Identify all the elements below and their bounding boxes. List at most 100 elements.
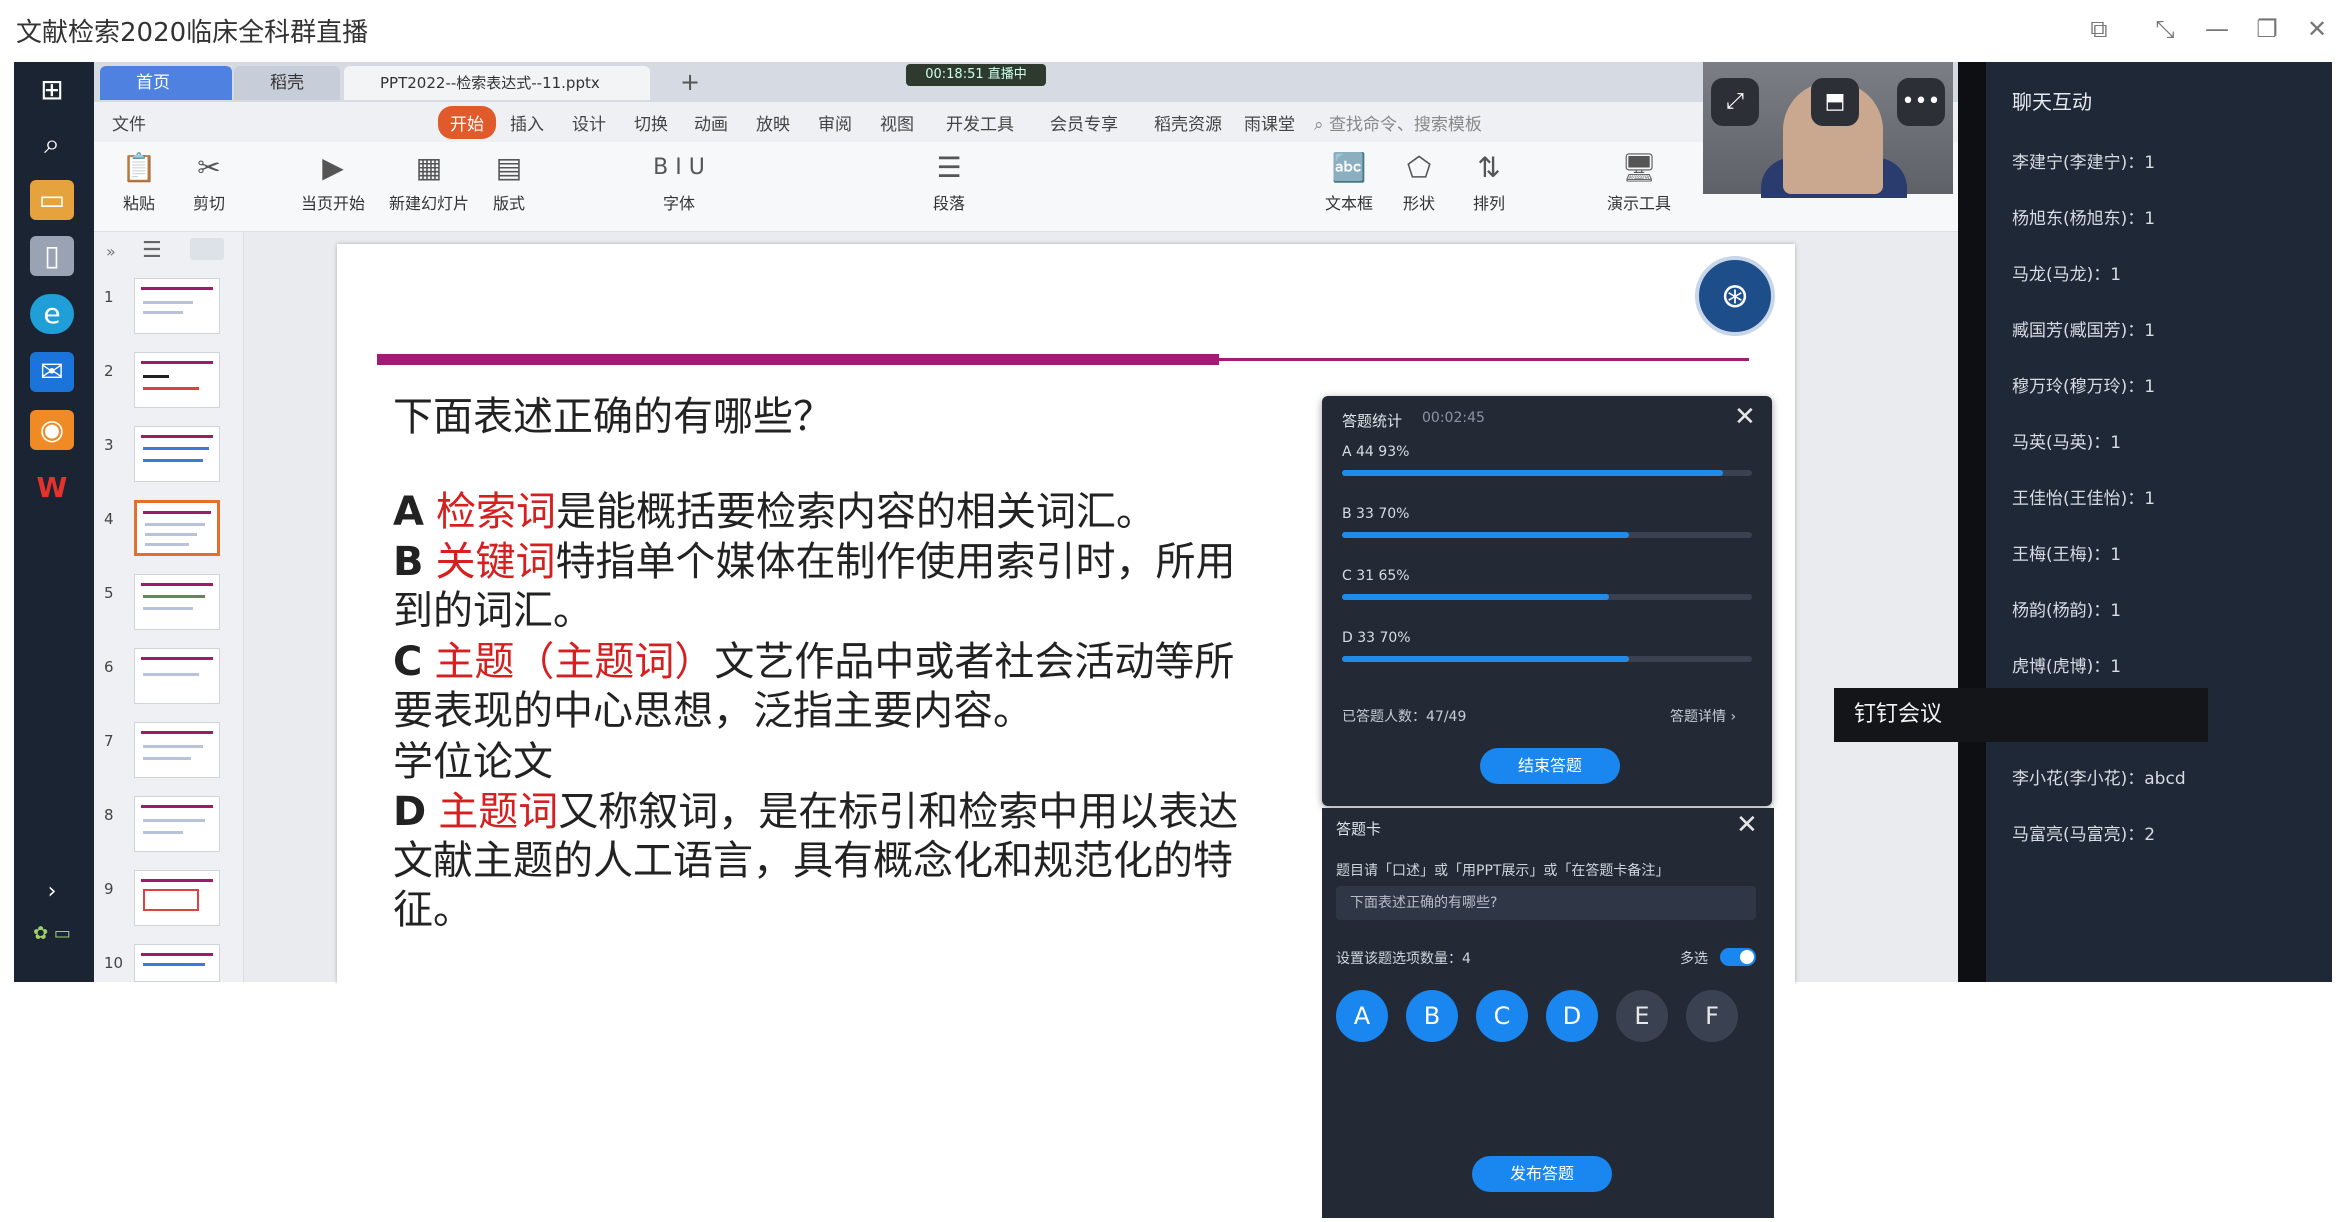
slide-thumbnail[interactable]	[134, 648, 220, 704]
textbox-icon: 🔤	[1331, 151, 1367, 184]
choice-e[interactable]: E	[1616, 990, 1668, 1042]
menu-insert[interactable]: 插入	[510, 110, 544, 135]
font-format-group[interactable]: B I U 字体	[614, 150, 744, 214]
menu-view[interactable]: 视图	[880, 110, 914, 135]
slide-thumbnail[interactable]	[134, 722, 220, 778]
paste-button[interactable]: 📋 粘贴	[104, 150, 174, 214]
close-icon[interactable]: ✕	[1736, 810, 1758, 840]
slide-thumbnail[interactable]	[134, 944, 220, 982]
slide-thumbnail[interactable]	[134, 870, 220, 926]
menu-developer[interactable]: 开发工具	[946, 110, 1014, 135]
choice-d[interactable]: D	[1546, 990, 1598, 1042]
multi-select-toggle[interactable]	[1720, 948, 1756, 966]
tab-document-label: PPT2022--检索表达式--11.pptx	[380, 74, 600, 92]
slide-thumbnail[interactable]	[134, 796, 220, 852]
layout-button[interactable]: ▤ 版式	[474, 150, 544, 214]
play-from-current-button[interactable]: ▶ 当页开始	[288, 150, 378, 214]
window-title: 文献检索2020临床全科群直播	[16, 18, 369, 48]
edge-icon[interactable]: e	[30, 294, 74, 334]
choice-c[interactable]: C	[1476, 990, 1528, 1042]
windows-logo-icon[interactable]: ⊞	[30, 70, 74, 110]
close-icon[interactable]: ✕	[1734, 402, 1756, 432]
progress-track	[1342, 470, 1752, 476]
font-style-icon: B I U	[653, 155, 705, 180]
tab-daoke[interactable]: 稻壳	[234, 66, 340, 100]
menu-review[interactable]: 审阅	[818, 110, 852, 135]
app-icon[interactable]: ◉	[30, 410, 74, 450]
multi-select-label: 多选	[1680, 951, 1708, 967]
collapse-pane-icon[interactable]: »	[106, 242, 116, 261]
maximize-button[interactable]: ❐	[2250, 14, 2284, 44]
option-letter: A	[393, 489, 424, 535]
end-answering-button[interactable]: 结束答题	[1480, 748, 1620, 784]
question-note-input[interactable]: 下面表述正确的有哪些?	[1336, 886, 1756, 920]
slide-thumbnail[interactable]	[134, 352, 220, 408]
menu-design[interactable]: 设计	[572, 110, 606, 135]
add-tab-icon[interactable]: +	[680, 68, 700, 96]
switch-camera-icon[interactable]: ⤢	[1711, 78, 1759, 126]
fullscreen-icon[interactable]: ⤡	[2148, 14, 2182, 44]
menu-animation[interactable]: 动画	[694, 110, 728, 135]
slide-thumbnail-selected[interactable]	[134, 500, 220, 556]
outline-icon[interactable]: ☰	[142, 238, 162, 263]
menu-daoke-resources[interactable]: 稻壳资源	[1154, 110, 1222, 135]
choice-f[interactable]: F	[1686, 990, 1738, 1042]
option-b: B 关键词特指单个媒体在制作使用索引时，所用到的词汇。	[393, 538, 1273, 636]
chat-message: 李建宁(李建宁)：1	[2012, 153, 2156, 173]
menu-rain-classroom[interactable]: 雨课堂	[1244, 110, 1295, 135]
wps-icon[interactable]: W	[30, 468, 74, 508]
minimize-button[interactable]: —	[2200, 14, 2234, 44]
chevron-right-icon[interactable]: ›	[30, 872, 74, 912]
option-letter: B	[393, 539, 424, 585]
tray-icons[interactable]: ✿ ▭	[30, 914, 74, 954]
paste-icon: 📋	[121, 151, 157, 184]
new-slide-button[interactable]: ▦ 新建幻灯片	[384, 150, 474, 214]
chat-panel: 聊天互动 李建宁(李建宁)：1 杨旭东(杨旭东)：1 马龙(马龙)：1 臧国芳(…	[1986, 62, 2332, 982]
close-window-button[interactable]: ✕	[2300, 14, 2334, 44]
menu-slideshow[interactable]: 放映	[756, 110, 790, 135]
thumbnail-view-icon[interactable]	[190, 238, 224, 260]
menu-file[interactable]: 文件	[112, 110, 146, 135]
folder-icon[interactable]: ▭	[30, 180, 74, 220]
menu-start[interactable]: 开始	[438, 106, 496, 139]
pin-window-icon[interactable]: ⧉	[2082, 14, 2116, 44]
stats-row-label: A 44 93%	[1342, 444, 1410, 460]
publish-question-button[interactable]: 发布答题	[1472, 1156, 1612, 1192]
shape-button[interactable]: ⬠ 形状	[1384, 150, 1454, 214]
tab-pptx-document[interactable]: PPT2022--检索表达式--11.pptx	[344, 66, 650, 100]
slide-thumbnail[interactable]	[134, 426, 220, 482]
blank-area	[0, 984, 1322, 1222]
chat-message: 虎博(虎博)：1	[2012, 657, 2122, 677]
option-c: C 主题（主题词）文艺作品中或者社会活动等所要表现的中心思想，泛指主要内容。	[393, 638, 1273, 736]
stats-row-a: A 44 93%	[1342, 444, 1752, 476]
slide-thumbnail[interactable]	[134, 278, 220, 334]
choice-a[interactable]: A	[1336, 990, 1388, 1042]
share-screen-icon[interactable]: ⬒	[1811, 78, 1859, 126]
stats-elapsed: 00:02:45	[1422, 410, 1485, 426]
command-search[interactable]: ⌕ 查找命令、搜索模板	[1314, 110, 1482, 135]
file-icon[interactable]: ▯	[30, 236, 74, 276]
thumb-number: 7	[104, 732, 114, 750]
mail-icon[interactable]: ✉	[30, 352, 74, 392]
paragraph-group[interactable]: ☰ 段落	[914, 150, 984, 214]
tab-home[interactable]: 首页	[100, 66, 232, 100]
progress-track	[1342, 656, 1752, 662]
answer-detail-link[interactable]: 答题详情 ›	[1670, 706, 1736, 726]
thumb-number: 4	[104, 510, 114, 528]
menu-transition[interactable]: 切换	[634, 110, 668, 135]
present-tools-button[interactable]: 🖥 演示工具	[1594, 150, 1684, 214]
presenter-video[interactable]: ⤢ ⬒ •••	[1703, 62, 1953, 198]
slide-thumbnail[interactable]	[134, 574, 220, 630]
search-icon[interactable]: ⌕	[30, 124, 74, 164]
option-keyword: 主题（主题词）	[434, 639, 715, 685]
answered-count: 已答题人数：47/49	[1342, 709, 1467, 725]
stats-row-b: B 33 70%	[1342, 506, 1752, 538]
arrange-button[interactable]: ⇅ 排列	[1454, 150, 1524, 214]
choice-b[interactable]: B	[1406, 990, 1458, 1042]
cut-button[interactable]: ✂ 剪切	[174, 150, 244, 214]
more-options-icon[interactable]: •••	[1897, 78, 1945, 126]
window-titlebar: 文献检索2020临床全科群直播 ⧉ ⤡ — ❐ ✕	[0, 0, 2338, 60]
textbox-button[interactable]: 🔤 文本框	[1314, 150, 1384, 214]
chat-message: 马英(马英)：1	[2012, 433, 2122, 453]
menu-member[interactable]: 会员专享	[1050, 110, 1118, 135]
